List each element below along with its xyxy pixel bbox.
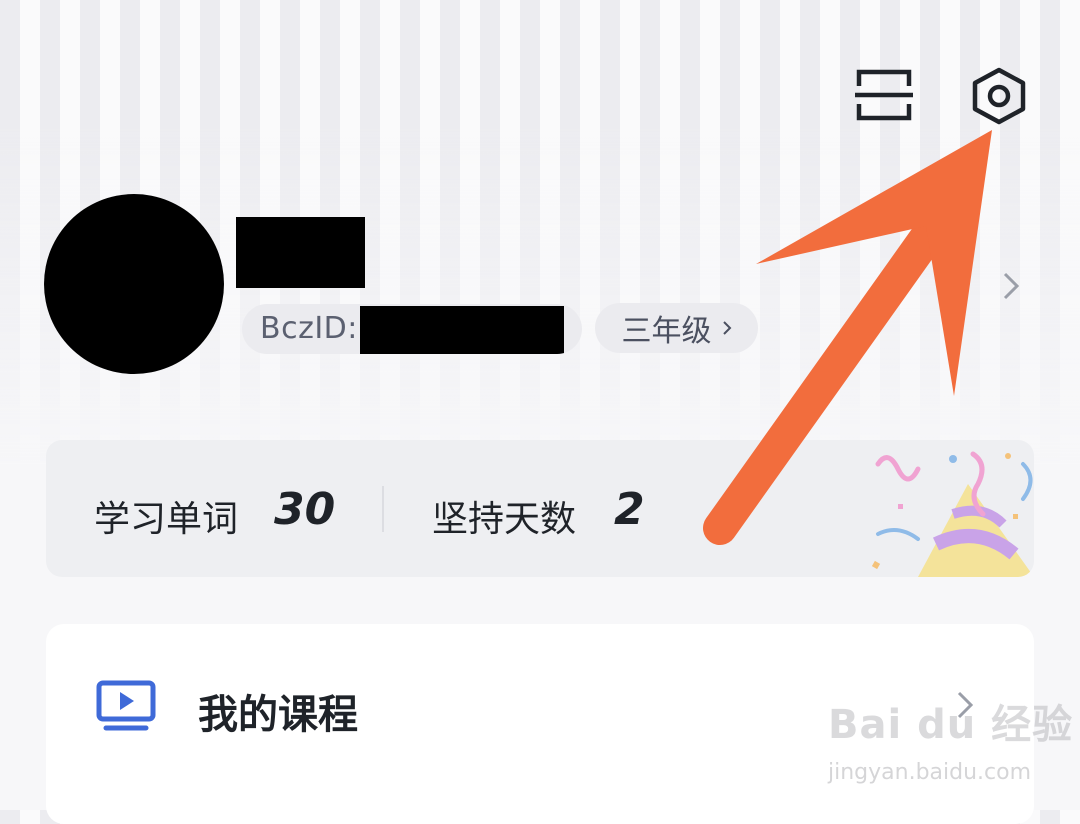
- grade-chip[interactable]: 三年级: [595, 303, 758, 353]
- user-id-label: BczID:: [260, 311, 358, 346]
- watermark-logo: Bai du 经验: [828, 702, 1074, 748]
- words-learned-label: 学习单词: [94, 499, 239, 540]
- my-courses-title: 我的课程: [198, 692, 358, 738]
- stats-divider: [382, 486, 384, 532]
- settings-button[interactable]: [970, 66, 1028, 126]
- user-id-chip: BczID:: [242, 304, 582, 354]
- streak-days-label: 坚持天数: [432, 499, 577, 540]
- chevron-right-icon: [1003, 272, 1020, 300]
- video-course-icon: [96, 680, 156, 731]
- words-learned-value: 30: [274, 484, 336, 535]
- watermark-url: jingyan.baidu.com: [828, 760, 1032, 785]
- scan-button[interactable]: [855, 68, 913, 122]
- scan-icon: [855, 69, 913, 121]
- grade-label: 三年级: [621, 314, 712, 349]
- stats-card[interactable]: 学习单词 30 坚持天数 2: [46, 440, 1034, 577]
- streak-days-value: 2: [614, 484, 645, 535]
- nickname-redacted: [236, 217, 365, 288]
- party-popper-icon: [871, 451, 1034, 577]
- chevron-right-icon: [722, 321, 731, 335]
- user-id-redacted: [360, 306, 564, 354]
- profile-chevron-button[interactable]: [1000, 270, 1022, 302]
- settings-hexagon-icon: [972, 67, 1026, 125]
- avatar[interactable]: [44, 194, 224, 374]
